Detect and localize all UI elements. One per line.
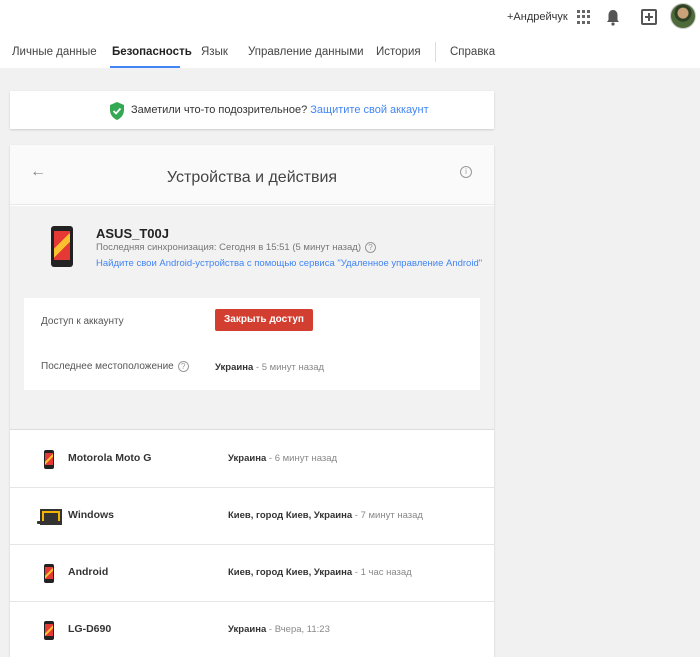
phone-icon [44,564,54,583]
page-title: Устройства и действия [166,169,338,186]
phone-icon [44,450,54,469]
shield-check-icon [110,102,124,120]
tab-security[interactable]: Безопасность [112,46,192,58]
bell-icon[interactable] [605,9,621,26]
device-row-location: Киев, город Киев, Украина - 7 минут наза… [228,510,423,521]
device-row-time: - Вчера, 11:23 [268,624,330,635]
device-row-place: Украина [228,453,267,464]
help-icon[interactable]: ? [177,361,189,372]
tab-divider [435,42,436,62]
devices-card-header: ← Устройства и действия i [10,145,494,205]
device-row-lg[interactable]: LG-D690 Украина - Вчера, 11:23 [10,602,494,657]
share-icon[interactable] [641,9,657,25]
location-time: - 5 минут назад [255,362,325,373]
phone-icon [44,621,54,640]
device-row-location: Украина - 6 минут назад [228,453,337,464]
find-device-link[interactable]: Найдите свои Android-устройства с помощь… [96,258,482,269]
user-profile-link[interactable]: +Андрейчук [507,11,568,23]
protect-account-link[interactable]: Защитите свой аккаунт [310,104,428,116]
last-location-label: Последнее местоположение? [41,361,189,372]
device-row-place: Киев, город Киев, Украина [228,510,353,521]
device-row-location: Киев, город Киев, Украина - 1 час назад [228,567,412,578]
tab-personal-info[interactable]: Личные данные [12,46,97,58]
last-sync-value: Последняя синхронизация: Сегодня в 15:51… [96,242,362,254]
avatar[interactable] [670,3,696,29]
location-place: Украина [215,362,254,373]
tab-history[interactable]: История [376,46,421,58]
tab-help[interactable]: Справка [450,46,495,58]
info-icon[interactable]: i [460,166,472,178]
account-access-label: Доступ к аккаунту [41,316,124,327]
device-row-location: Украина - Вчера, 11:23 [228,624,330,635]
top-bar: +Андрейчук Личные данные Безопасность Яз… [0,0,700,68]
device-row-place: Украина [228,624,267,635]
device-row-time: - 1 час назад [354,567,412,578]
laptop-icon [37,509,62,525]
tab-language[interactable]: Язык [201,46,228,58]
revoke-access-button[interactable]: Закрыть доступ [215,309,313,331]
device-row-android[interactable]: Android Киев, город Киев, Украина - 1 ча… [10,545,494,602]
security-alert-card: Заметили что-то подозрительное? Защитите… [10,91,494,129]
devices-card: ← Устройства и действия i ASUS_T00J Посл… [10,145,494,657]
apps-icon[interactable] [577,10,591,24]
device-row-windows[interactable]: Windows Киев, город Киев, Украина - 7 ми… [10,488,494,545]
device-row-name: Motorola Moto G [68,452,152,464]
device-name: ASUS_T00J [96,226,169,241]
current-device-panel: ASUS_T00J Последняя синхронизация: Сегод… [10,206,494,430]
last-sync-text: Последняя синхронизация: Сегодня в 15:51… [96,242,377,254]
active-tab-indicator [110,66,180,68]
tab-data-management[interactable]: Управление данными [248,46,364,58]
last-location-label-text: Последнее местоположение [41,361,174,373]
help-icon[interactable]: ? [365,242,377,253]
device-row-time: - 7 минут назад [354,510,423,521]
phone-icon [51,226,73,267]
tabs-nav: Личные данные Безопасность Язык Управлен… [0,40,700,68]
alert-message: Заметили что-то подозрительное? Защитите… [131,104,429,116]
device-row-time: - 6 минут назад [268,453,338,464]
last-location-value: Украина - 5 минут назад [215,362,324,373]
account-access-panel: Доступ к аккаунту Закрыть доступ Последн… [24,298,480,390]
device-row-motorola[interactable]: Motorola Moto G Украина - 6 минут назад [10,431,494,488]
alert-text: Заметили что-то подозрительное? [131,104,308,116]
device-row-name: LG-D690 [68,623,112,635]
device-row-place: Киев, город Киев, Украина [228,567,353,578]
device-row-name: Android [68,566,109,578]
device-row-name: Windows [68,509,114,521]
